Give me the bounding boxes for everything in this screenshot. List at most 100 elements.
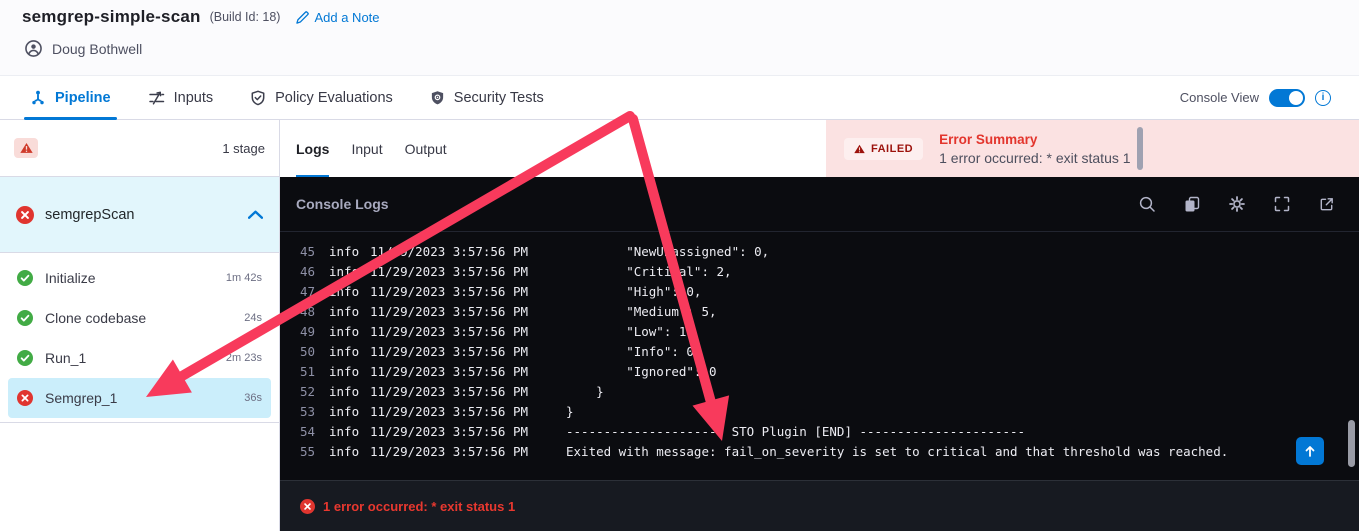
step-duration: 24s xyxy=(244,312,262,324)
log-text: "High": 0, xyxy=(566,284,702,299)
console-view-label: Console View xyxy=(1179,90,1259,105)
footer-error-message: 1 error occurred: * exit status 1 xyxy=(323,498,516,514)
log-level: info xyxy=(329,444,360,459)
stage-header-semgrepscan[interactable]: semgrepScan xyxy=(0,177,279,253)
success-check-icon xyxy=(17,350,33,366)
log-timestamp: 11/29/2023 3:57:56 PM xyxy=(370,244,529,259)
scroll-to-top-button[interactable] xyxy=(1296,437,1324,465)
log-text: --------------------- STO Plugin [END] -… xyxy=(566,424,1026,439)
user-row: Doug Bothwell xyxy=(25,40,1359,57)
tab-inputs[interactable]: Inputs xyxy=(148,76,213,119)
step-row-run_1[interactable]: Run_1 2m 23s xyxy=(8,338,271,378)
log-level: info xyxy=(329,424,360,439)
build-nav-tabs: Pipeline Inputs Policy Evaluations Security… xyxy=(0,75,1359,120)
error-summary-panel: FAILED Error Summary 1 error occurred: *… xyxy=(826,120,1359,177)
step-name: Initialize xyxy=(45,270,96,286)
log-line: 55 info 11/29/2023 3:57:56 PM Exited with m… xyxy=(280,442,1359,462)
tab-security-tests[interactable]: Security Tests xyxy=(430,76,544,119)
line-number: 50 xyxy=(299,344,315,359)
error-panel-scrollbar[interactable] xyxy=(1137,127,1143,170)
log-text: "Low": 1, xyxy=(566,324,694,339)
copy-icon[interactable] xyxy=(1183,195,1201,213)
title-row: semgrep-simple-scan (Build Id: 18) Add a… xyxy=(0,0,1359,27)
info-icon[interactable] xyxy=(1315,89,1331,106)
step-duration: 2m 23s xyxy=(225,352,262,364)
log-timestamp: 11/29/2023 3:57:56 PM xyxy=(370,364,529,379)
build-id: (Build Id: 18) xyxy=(209,10,281,24)
settings-icon[interactable] xyxy=(1228,195,1246,213)
failed-status-badge: FAILED xyxy=(844,137,924,160)
step-row-semgrep_1[interactable]: Semgrep_1 36s xyxy=(8,378,271,418)
log-timestamp: 11/29/2023 3:57:56 PM xyxy=(370,444,529,459)
console-error-footer: 1 error occurred: * exit status 1 xyxy=(280,480,1359,531)
log-timestamp: 11/29/2023 3:57:56 PM xyxy=(370,324,529,339)
triggered-by-user: Doug Bothwell xyxy=(52,40,143,57)
search-icon[interactable] xyxy=(1138,195,1156,213)
tab-policy-evaluations[interactable]: Policy Evaluations xyxy=(250,76,393,119)
log-line: 47 info 11/29/2023 3:57:56 PM "High": 0, xyxy=(280,282,1359,302)
log-line: 51 info 11/29/2023 3:57:56 PM "Ignored": 0 xyxy=(280,362,1359,382)
nav-tabs-container: Pipeline Inputs Policy Evaluations Security… xyxy=(24,76,581,120)
nav-tab-label: Security Tests xyxy=(453,89,544,106)
open-in-new-icon[interactable] xyxy=(1318,196,1335,213)
build-header: semgrep-simple-scan (Build Id: 18) Add a… xyxy=(0,0,1359,75)
chevron-up-icon[interactable] xyxy=(248,210,263,219)
log-text: "Medium": 5, xyxy=(566,304,717,319)
step-name: Semgrep_1 xyxy=(45,390,118,406)
log-scrollbar[interactable] xyxy=(1348,420,1355,467)
log-level: info xyxy=(329,264,360,279)
page-title: semgrep-simple-scan xyxy=(22,7,201,26)
add-note-label: Add a Note xyxy=(314,9,380,25)
log-level: info xyxy=(329,364,360,379)
inputs-icon xyxy=(148,90,165,106)
log-line: 45 info 11/29/2023 3:57:56 PM "NewUnassign… xyxy=(280,242,1359,262)
line-number: 48 xyxy=(299,304,315,319)
error-summary-texts: Error Summary 1 error occurred: * exit s… xyxy=(939,132,1130,166)
failed-badge-label: FAILED xyxy=(871,142,914,155)
log-line: 54 info 11/29/2023 3:57:56 PM -------------… xyxy=(280,422,1359,442)
pencil-icon xyxy=(296,10,310,24)
error-circle-icon xyxy=(300,498,315,514)
stage-count-label: 1 stage xyxy=(222,140,265,156)
line-number: 55 xyxy=(299,444,315,459)
log-level: info xyxy=(329,244,360,259)
step-row-initialize[interactable]: Initialize 1m 42s xyxy=(8,258,271,298)
line-number: 45 xyxy=(299,244,315,259)
add-note-button[interactable]: Add a Note xyxy=(296,9,380,25)
failed-x-icon xyxy=(17,390,33,406)
log-timestamp: 11/29/2023 3:57:56 PM xyxy=(370,384,529,399)
log-timestamp: 11/29/2023 3:57:56 PM xyxy=(370,264,529,279)
log-level: info xyxy=(329,384,360,399)
console-view-toggle[interactable] xyxy=(1269,88,1305,107)
line-number: 49 xyxy=(299,324,315,339)
console-toolbar xyxy=(1138,195,1335,213)
user-avatar-icon xyxy=(25,40,42,57)
log-tab-input[interactable]: Input xyxy=(351,120,382,177)
log-text: } xyxy=(566,404,574,419)
log-timestamp: 11/29/2023 3:57:56 PM xyxy=(370,344,529,359)
log-tab-output[interactable]: Output xyxy=(405,120,447,177)
fullscreen-icon[interactable] xyxy=(1273,195,1291,213)
error-summary-message: 1 error occurred: * exit status 1 xyxy=(939,149,1131,166)
security-shield-icon xyxy=(430,90,445,106)
log-timestamp: 11/29/2023 3:57:56 PM xyxy=(370,304,529,319)
step-duration: 1m 42s xyxy=(225,272,262,284)
log-level: info xyxy=(329,404,360,419)
line-number: 52 xyxy=(299,384,315,399)
warning-triangle-icon xyxy=(854,144,865,153)
step-name: Clone codebase xyxy=(45,310,147,326)
tab-pipeline[interactable]: Pipeline xyxy=(24,76,117,120)
log-tab-logs[interactable]: Logs xyxy=(296,120,330,177)
console-logs-panel: Console Logs 45 info 11/29/2023 3:57:56 PM… xyxy=(280,177,1359,531)
log-line: 50 info 11/29/2023 3:57:56 PM "Info": 0, xyxy=(280,342,1359,362)
log-line: 52 info 11/29/2023 3:57:56 PM } xyxy=(280,382,1359,402)
log-view-header: Logs Input Output FAILED Error Summary 1 e… xyxy=(280,120,1359,177)
arrow-up-icon xyxy=(1305,446,1315,457)
log-tabs-container: Logs Input Output xyxy=(296,120,469,177)
log-level: info xyxy=(329,284,360,299)
line-number: 47 xyxy=(299,284,315,299)
log-text: "Ignored": 0 xyxy=(566,364,717,379)
build-failed-warning-badge xyxy=(14,138,38,158)
step-row-clone-codebase[interactable]: Clone codebase 24s xyxy=(8,298,271,338)
log-text: Exited with message: fail_on_severity is… xyxy=(566,444,1229,459)
